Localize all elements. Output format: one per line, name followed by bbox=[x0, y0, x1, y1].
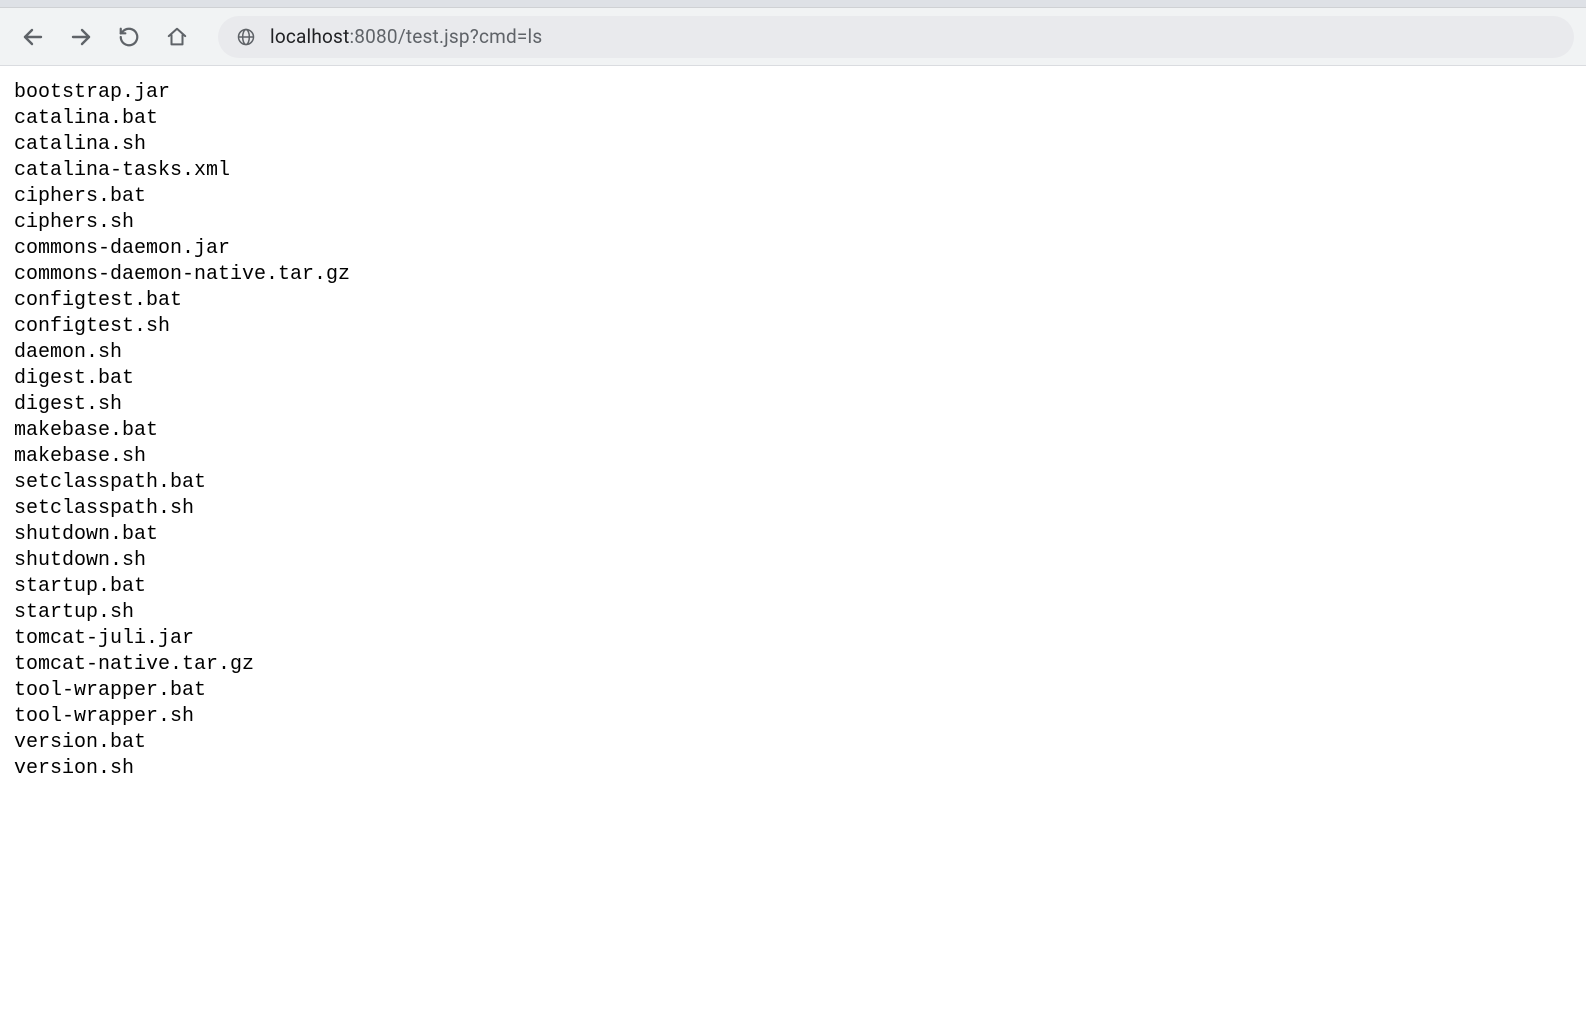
output-line: tomcat-native.tar.gz bbox=[14, 652, 1572, 678]
output-line: version.sh bbox=[14, 756, 1572, 782]
output-line: tool-wrapper.sh bbox=[14, 704, 1572, 730]
site-info-icon[interactable] bbox=[236, 27, 256, 47]
output-line: ciphers.sh bbox=[14, 210, 1572, 236]
output-line: makebase.sh bbox=[14, 444, 1572, 470]
output-line: setclasspath.sh bbox=[14, 496, 1572, 522]
output-line: startup.bat bbox=[14, 574, 1572, 600]
globe-icon bbox=[236, 27, 256, 47]
browser-toolbar: localhost:8080/test.jsp?cmd=ls bbox=[0, 8, 1586, 66]
page-output: bootstrap.jarcatalina.batcatalina.shcata… bbox=[0, 66, 1586, 796]
output-line: shutdown.sh bbox=[14, 548, 1572, 574]
home-icon bbox=[166, 26, 188, 48]
output-line: tool-wrapper.bat bbox=[14, 678, 1572, 704]
tab-strip bbox=[0, 0, 1586, 8]
reload-button[interactable] bbox=[108, 16, 150, 58]
output-line: catalina.bat bbox=[14, 106, 1572, 132]
output-line: digest.sh bbox=[14, 392, 1572, 418]
output-line: commons-daemon.jar bbox=[14, 236, 1572, 262]
output-line: configtest.sh bbox=[14, 314, 1572, 340]
arrow-left-icon bbox=[21, 25, 45, 49]
output-line: version.bat bbox=[14, 730, 1572, 756]
url-port: :8080 bbox=[349, 25, 397, 48]
url-text: localhost:8080/test.jsp?cmd=ls bbox=[270, 25, 542, 48]
output-line: catalina-tasks.xml bbox=[14, 158, 1572, 184]
url-path: /test.jsp?cmd=ls bbox=[398, 25, 543, 48]
output-line: setclasspath.bat bbox=[14, 470, 1572, 496]
output-line: commons-daemon-native.tar.gz bbox=[14, 262, 1572, 288]
back-button[interactable] bbox=[12, 16, 54, 58]
output-line: catalina.sh bbox=[14, 132, 1572, 158]
output-line: startup.sh bbox=[14, 600, 1572, 626]
url-host: localhost bbox=[270, 25, 349, 48]
address-bar[interactable]: localhost:8080/test.jsp?cmd=ls bbox=[218, 16, 1574, 58]
output-line: configtest.bat bbox=[14, 288, 1572, 314]
output-line: ciphers.bat bbox=[14, 184, 1572, 210]
output-line: daemon.sh bbox=[14, 340, 1572, 366]
output-line: digest.bat bbox=[14, 366, 1572, 392]
forward-button[interactable] bbox=[60, 16, 102, 58]
output-line: shutdown.bat bbox=[14, 522, 1572, 548]
reload-icon bbox=[118, 26, 140, 48]
arrow-right-icon bbox=[69, 25, 93, 49]
output-line: bootstrap.jar bbox=[14, 80, 1572, 106]
home-button[interactable] bbox=[156, 16, 198, 58]
output-line: makebase.bat bbox=[14, 418, 1572, 444]
output-line: tomcat-juli.jar bbox=[14, 626, 1572, 652]
